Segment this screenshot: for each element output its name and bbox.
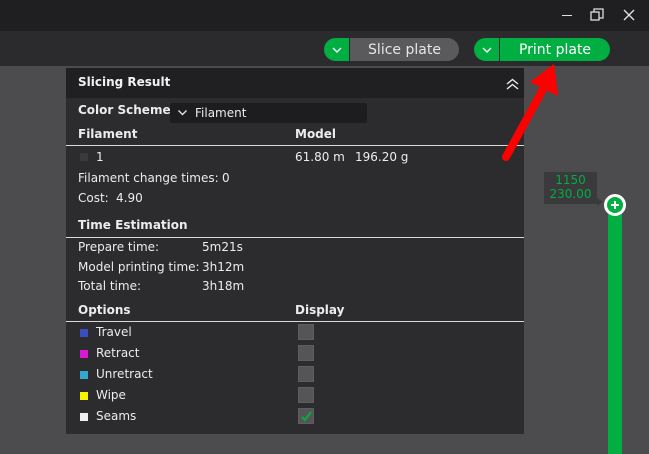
total-time-value: 3h18m (202, 279, 245, 293)
print-plate-button[interactable]: Print plate (500, 38, 610, 61)
layer-height: 230.00 (549, 187, 592, 201)
option-label-travel: Travel (96, 325, 132, 339)
model-header: Model (295, 127, 337, 141)
slice-dropdown-button[interactable] (324, 38, 349, 61)
color-scheme-label: Color Scheme (78, 103, 171, 117)
check-icon (301, 411, 312, 422)
print-plate-split-button: Print plate (474, 38, 610, 61)
retract-display-checkbox[interactable] (298, 345, 314, 361)
filament-id: 1 (96, 150, 104, 164)
options-header: Options (78, 303, 131, 317)
unretract-display-checkbox[interactable] (298, 366, 314, 382)
retract-color-swatch (80, 350, 88, 358)
color-scheme-value: Filament (195, 106, 247, 120)
unretract-color-swatch (80, 371, 88, 379)
filament-color-swatch (80, 153, 88, 161)
panel-header: Slicing Result (66, 68, 524, 98)
option-label-seams: Seams (96, 409, 137, 423)
slice-plate-split-button: Slice plate (324, 38, 459, 61)
wipe-display-checkbox[interactable] (298, 387, 314, 403)
seams-color-swatch (80, 413, 88, 421)
title-bar (0, 0, 649, 31)
color-scheme-select[interactable]: Filament (170, 103, 367, 123)
display-header: Display (295, 303, 345, 317)
layer-slider-handle[interactable] (604, 194, 626, 216)
layer-slider-track[interactable] (608, 205, 622, 454)
annotation-arrow-icon (502, 64, 558, 161)
prepare-time-value: 5m21s (202, 240, 243, 254)
filament-header: Filament (78, 127, 138, 141)
layer-tooltip: 1150 230.00 (544, 172, 597, 204)
filament-change-label: Filament change times: (78, 171, 219, 185)
chevron-down-icon (178, 110, 187, 116)
option-label-wipe: Wipe (96, 388, 126, 402)
wipe-color-swatch (80, 392, 88, 400)
layer-number: 1150 (555, 173, 586, 187)
travel-color-swatch (80, 329, 88, 337)
filament-length: 61.80 m (295, 150, 345, 164)
divider (66, 321, 524, 322)
divider (66, 145, 524, 146)
chevron-down-icon (332, 47, 341, 53)
restore-icon[interactable] (586, 4, 608, 26)
cost-label: Cost: (78, 191, 109, 205)
panel-title: Slicing Result (78, 75, 171, 89)
slice-plate-button[interactable]: Slice plate (350, 38, 459, 61)
filament-weight: 196.20 g (355, 150, 409, 164)
time-estimation-header: Time Estimation (78, 218, 188, 232)
print-dropdown-button[interactable] (474, 38, 499, 61)
model-printing-time-value: 3h12m (202, 260, 245, 274)
total-time-label: Total time: (78, 279, 141, 293)
travel-display-checkbox[interactable] (298, 324, 314, 340)
filament-change-value: 0 (222, 171, 230, 185)
prepare-time-label: Prepare time: (78, 240, 160, 254)
chevron-down-icon (482, 47, 491, 53)
option-label-unretract: Unretract (96, 367, 153, 381)
seams-display-checkbox[interactable] (298, 408, 314, 424)
close-icon[interactable] (618, 4, 640, 26)
option-label-retract: Retract (96, 346, 140, 360)
slicing-result-panel: Slicing Result Color Scheme Filament Fil… (66, 68, 524, 434)
divider (66, 237, 524, 238)
tooltip-pointer (597, 198, 603, 206)
model-printing-time-label: Model printing time: (78, 260, 200, 274)
toolbar: Slice plate Print plate (0, 31, 649, 66)
cost-value: 4.90 (116, 191, 143, 205)
minimize-icon[interactable] (556, 4, 578, 26)
